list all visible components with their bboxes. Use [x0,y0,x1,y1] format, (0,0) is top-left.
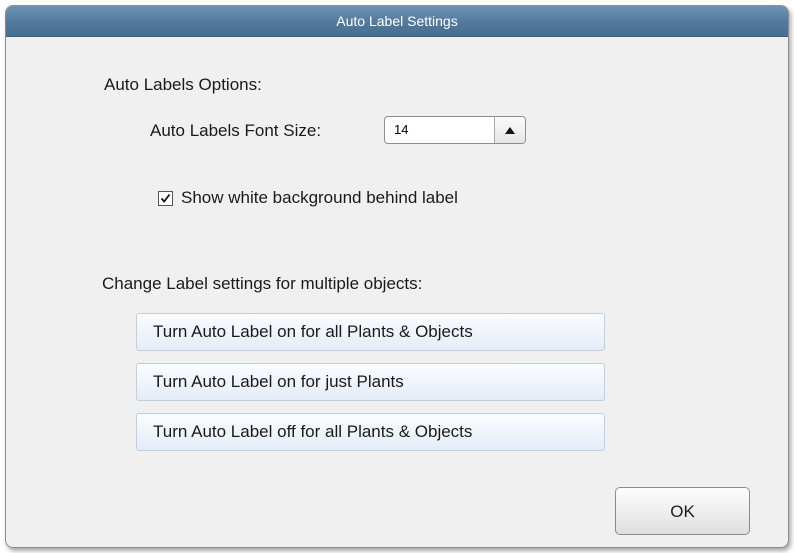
font-size-label: Auto Labels Font Size: [150,121,322,140]
font-size-value[interactable]: 14 [394,122,408,137]
auto-label-on-all-button[interactable]: Turn Auto Label on for all Plants & Obje… [136,313,605,351]
up-arrow-icon [505,126,515,134]
ok-button[interactable]: OK [615,487,750,535]
show-white-background-option[interactable]: Show white background behind label [158,188,458,208]
checkmark-icon [160,193,171,203]
dialog-title: Auto Label Settings [336,13,458,29]
title-bar[interactable]: Auto Label Settings [6,6,788,37]
font-size-spinner[interactable]: 14 [384,116,526,144]
auto-label-on-plants-button[interactable]: Turn Auto Label on for just Plants [136,363,605,401]
auto-labels-options-heading: Auto Labels Options: [104,75,262,94]
font-size-increment-button[interactable] [494,117,525,143]
auto-label-off-all-button[interactable]: Turn Auto Label off for all Plants & Obj… [136,413,605,451]
multiple-objects-heading: Change Label settings for multiple objec… [102,274,423,293]
show-white-background-checkbox[interactable] [158,190,173,206]
auto-label-settings-dialog: Auto Label Settings Auto Labels Options:… [5,5,789,548]
show-white-background-label[interactable]: Show white background behind label [181,188,458,208]
